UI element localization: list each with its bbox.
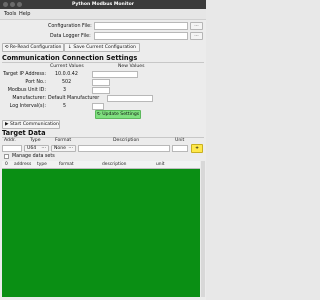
description-header: Description	[113, 138, 140, 143]
port-label: Port No.:	[25, 80, 46, 85]
manufacturer-new-input[interactable]	[107, 95, 153, 102]
config-file-field[interactable]	[94, 22, 188, 30]
save-config-button[interactable]: ↓ Save Current Configuration	[64, 43, 140, 52]
title-bar: Python Modbus Monitor	[0, 0, 206, 9]
format-header: Format	[55, 138, 72, 143]
play-icon: ▶	[5, 122, 9, 127]
window-title: Python Modbus Monitor	[71, 2, 135, 7]
grid-header-index: 0	[5, 162, 8, 167]
reread-config-button[interactable]: ⟲ Re-Read Configuration	[2, 43, 64, 52]
dropdown-icon: ⋯	[41, 146, 46, 151]
addr-input[interactable]	[2, 145, 22, 152]
grid-header-address: address	[14, 162, 32, 167]
logger-file-browse-button[interactable]: ...	[190, 32, 203, 40]
divider	[2, 62, 204, 63]
description-input[interactable]	[78, 145, 170, 152]
grid-scrollbar[interactable]	[201, 161, 205, 297]
save-config-label: Save Current Configuration	[73, 45, 136, 50]
start-communication-button[interactable]: ▶ Start Communication	[2, 120, 60, 129]
grid-header-format: format	[59, 162, 74, 167]
menu-bar: Tools Help	[0, 9, 206, 20]
log-interval-label: Log Interval(s):	[9, 104, 46, 109]
config-file-browse-button[interactable]: ...	[190, 22, 203, 30]
current-values-header: Current Values	[50, 64, 84, 69]
menu-help[interactable]: Help	[19, 9, 30, 19]
update-settings-label: Update Settings	[102, 112, 140, 117]
grid-header-unit: unit	[156, 162, 165, 167]
dropdown-icon: ⋯	[68, 146, 73, 151]
grid-header-description: description	[102, 162, 127, 167]
target-data-title: Target Data	[2, 129, 46, 137]
ip-new-input[interactable]	[92, 71, 138, 78]
conn-settings-title: Communication Connection Settings	[2, 54, 138, 62]
type-select-value: U64	[27, 146, 37, 151]
manage-datasets-label: Manage data sets	[12, 154, 55, 159]
minimize-window-icon[interactable]	[10, 2, 15, 7]
maximize-window-icon[interactable]	[17, 2, 22, 7]
logger-file-label: Data Logger File:	[50, 34, 91, 39]
update-icon: ↻	[96, 112, 101, 117]
add-data-button[interactable]: +	[191, 144, 203, 153]
start-communication-label: Start Communication	[10, 122, 59, 127]
manufacturer-current-value: Default Manufacturer	[48, 96, 100, 101]
log-interval-new-input[interactable]	[92, 103, 104, 110]
port-current-value: 502	[62, 80, 72, 85]
type-header: Type	[30, 138, 41, 143]
type-select[interactable]: U64 ⋯	[24, 145, 49, 152]
logger-file-field[interactable]	[94, 32, 188, 40]
reread-config-label: Re-Read Configuration	[9, 45, 62, 50]
unit-id-new-input[interactable]	[92, 87, 110, 94]
ip-label: Target IP Address:	[3, 72, 46, 77]
unit-header: Unit	[175, 138, 185, 143]
port-new-input[interactable]	[92, 79, 110, 86]
addr-header: Addr.	[4, 138, 16, 143]
app-window: Python Modbus Monitor Tools Help Configu…	[0, 0, 206, 300]
unit-input[interactable]	[172, 145, 188, 152]
manufacturer-label: Manufacturer:	[12, 96, 46, 101]
unit-id-current-value: 3	[63, 88, 67, 93]
format-select[interactable]: None ⋯	[51, 145, 76, 152]
data-grid-header: 0 address type format description unit	[2, 161, 200, 169]
format-select-value: None	[54, 146, 66, 151]
unit-id-label: Modbus Unit ID:	[7, 88, 46, 93]
config-file-label: Configuration File:	[48, 24, 92, 29]
manage-datasets-checkbox[interactable]	[4, 154, 9, 159]
grid-header-type: type	[37, 162, 47, 167]
close-window-icon[interactable]	[3, 2, 8, 7]
data-grid[interactable]	[2, 161, 200, 297]
ip-current-value: 10.0.0.42	[55, 72, 78, 77]
menu-tools[interactable]: Tools	[4, 9, 16, 19]
new-values-header: New Values	[118, 64, 145, 69]
reload-icon: ⟲	[4, 45, 9, 50]
save-icon: ↓	[68, 45, 72, 50]
log-interval-current-value: 5	[63, 104, 67, 109]
update-settings-button[interactable]: ↻ Update Settings	[95, 110, 141, 119]
